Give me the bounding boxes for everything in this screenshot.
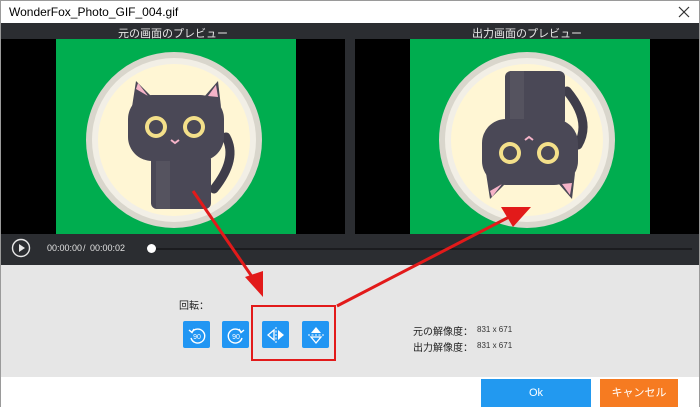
- ok-button[interactable]: Ok: [481, 379, 591, 407]
- svg-text:90: 90: [193, 334, 201, 341]
- progress-track[interactable]: [147, 248, 692, 250]
- output-preview-pane: [355, 39, 699, 254]
- flip-buttons-highlight: [251, 305, 336, 361]
- progress-knob[interactable]: [147, 244, 156, 253]
- output-resolution-label: 出力解像度：: [413, 343, 473, 354]
- dialog-footer: [1, 377, 699, 407]
- original-preview-frame: [56, 39, 296, 254]
- original-preview-pane: [1, 39, 345, 254]
- rotate-right-icon: 90: [227, 327, 244, 344]
- rotate-ccw-button[interactable]: 90: [183, 321, 210, 348]
- rotation-label: 回転：: [179, 301, 209, 312]
- close-icon[interactable]: [675, 3, 693, 21]
- current-time: 00:00:00: [47, 243, 83, 253]
- preview-area: 元の画面のプレビュー 出力画面のプレビュー: [1, 23, 699, 265]
- settings-panel: [1, 265, 699, 377]
- cat-image-original: [86, 52, 262, 228]
- play-icon[interactable]: [11, 238, 31, 258]
- cat-image-flipped: [439, 52, 615, 228]
- title-bar: WonderFox_Photo_GIF_004.gif: [1, 1, 699, 23]
- time-separator: /: [83, 243, 86, 253]
- dialog-window: WonderFox_Photo_GIF_004.gif 元の画面のプレビュー 出…: [0, 0, 700, 407]
- svg-text:90: 90: [232, 334, 240, 341]
- cancel-button[interactable]: キャンセル: [600, 379, 678, 407]
- output-resolution-value: 831 x 671: [477, 341, 513, 350]
- playback-controls: 00:00:00 / 00:00:02: [1, 234, 699, 264]
- output-preview-frame: [410, 39, 650, 254]
- window-title: WonderFox_Photo_GIF_004.gif: [9, 5, 179, 19]
- rotate-cw-button[interactable]: 90: [222, 321, 249, 348]
- total-time: 00:00:02: [90, 243, 126, 253]
- original-resolution-value: 831 x 671: [477, 325, 513, 334]
- original-resolution-label: 元の解像度：: [413, 327, 473, 338]
- rotate-left-icon: 90: [188, 327, 205, 344]
